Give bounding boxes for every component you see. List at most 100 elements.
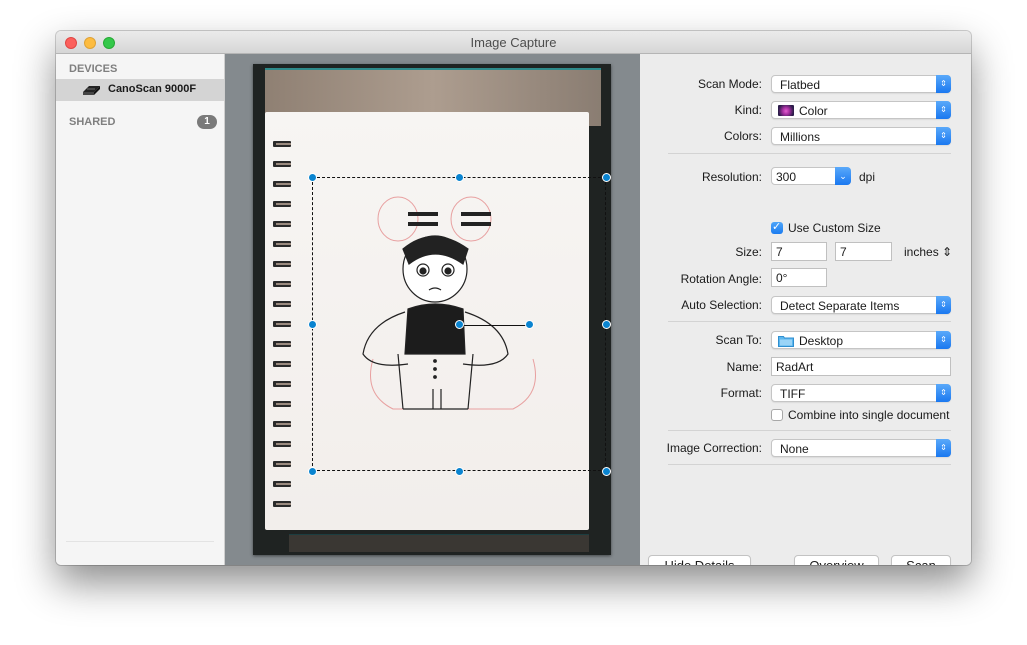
scan-to-popup[interactable]: Desktop ⇕ (771, 331, 951, 349)
scan-to-value: Desktop (799, 334, 844, 348)
spiral-ring (273, 280, 291, 288)
sidebar-item-canoscan[interactable]: CanoScan 9000F (56, 79, 224, 101)
spiral-ring (273, 140, 291, 148)
image-correction-popup[interactable]: None ⇕ (771, 439, 951, 457)
close-window-button[interactable] (65, 37, 77, 49)
spiral-ring (273, 400, 291, 408)
kind-label: Kind: (734, 103, 762, 117)
spiral-ring (273, 460, 291, 468)
combine-document-checkbox[interactable] (771, 409, 783, 421)
scan-mode-value: Flatbed (780, 78, 821, 92)
name-label: Name: (726, 360, 762, 374)
selection-handle-left[interactable] (308, 320, 317, 329)
spiral-ring (273, 360, 291, 368)
scan-mode-label: Scan Mode: (697, 77, 762, 91)
sidebar: DEVICES CanoScan 9000F SHARED 1 (56, 54, 225, 565)
size-unit-popup[interactable]: inches ⇕ (904, 245, 952, 259)
image-capture-window: Image Capture DEVICES CanoScan 9000F SHA… (56, 31, 971, 565)
size-label: Size: (735, 245, 762, 259)
scan-details-panel: Scan Mode: Flatbed ⇕ Kind: Color ⇕ Color… (640, 54, 971, 565)
selection-center-handle[interactable] (455, 320, 464, 329)
title-bar: Image Capture (56, 31, 971, 54)
combine-document-label[interactable]: Combine into single document (788, 408, 949, 422)
spiral-ring (273, 480, 291, 488)
popup-arrows-icon: ⇕ (936, 127, 951, 145)
resolution-label: Resolution: (701, 170, 762, 184)
spiral-ring (273, 220, 291, 228)
selection-handle-bottom[interactable] (455, 467, 464, 476)
rotation-arm (460, 325, 530, 326)
popup-arrows-icon: ⇕ (936, 296, 951, 314)
window-title: Image Capture (470, 35, 557, 50)
scanner-bed-edge (289, 534, 589, 552)
popup-arrows-icon: ⇕ (936, 384, 951, 402)
folder-icon (778, 336, 794, 347)
image-correction-label: Image Correction: (666, 441, 762, 455)
size-unit-value: inches (904, 245, 939, 259)
rotation-handle[interactable] (525, 320, 534, 329)
scan-to-label: Scan To: (715, 333, 762, 347)
format-popup[interactable]: TIFF ⇕ (771, 384, 951, 402)
spiral-ring (273, 200, 291, 208)
popup-arrows-icon: ⇕ (936, 101, 951, 119)
auto-selection-label: Auto Selection: (681, 298, 762, 312)
use-custom-size-label[interactable]: Use Custom Size (788, 221, 881, 235)
rotation-angle-input[interactable]: 0° (771, 268, 827, 287)
name-input[interactable]: RadArt (771, 357, 951, 376)
scan-mode-popup[interactable]: Flatbed ⇕ (771, 75, 951, 93)
shared-count-badge: 1 (197, 115, 217, 129)
format-value: TIFF (780, 387, 806, 401)
chevron-down-icon[interactable]: ⌄ (835, 167, 851, 185)
selection-handle-top-left[interactable] (308, 173, 317, 182)
size-height-input[interactable]: 7 (835, 242, 892, 261)
color-flower-icon (778, 105, 794, 116)
spiral-ring (273, 160, 291, 168)
spiral-ring (273, 440, 291, 448)
section-divider (668, 430, 951, 431)
resolution-combo[interactable]: 300 ⌄ (771, 167, 851, 185)
resolution-value[interactable]: 300 (776, 170, 796, 184)
spiral-ring (273, 500, 291, 508)
kind-popup[interactable]: Color ⇕ (771, 101, 951, 119)
scanner-icon (83, 86, 100, 95)
scan-preview-area[interactable] (225, 54, 640, 565)
devices-header: DEVICES (69, 63, 118, 75)
sidebar-divider (66, 541, 214, 542)
device-name: CanoScan 9000F (108, 83, 197, 95)
auto-selection-value: Detect Separate Items (780, 299, 900, 313)
spiral-ring (273, 420, 291, 428)
scan-selection-rectangle[interactable] (308, 173, 611, 476)
colors-popup[interactable]: Millions ⇕ (771, 127, 951, 145)
auto-selection-popup[interactable]: Detect Separate Items ⇕ (771, 296, 951, 314)
spiral-ring (273, 260, 291, 268)
selection-handle-top-right[interactable] (602, 173, 611, 182)
image-correction-value: None (780, 442, 809, 456)
size-width-input[interactable]: 7 (771, 242, 827, 261)
overview-button[interactable]: Overview (794, 555, 879, 565)
popup-arrows-icon: ⇕ (936, 75, 951, 93)
format-label: Format: (720, 386, 762, 400)
colors-value: Millions (780, 130, 821, 144)
popup-arrows-icon: ⇕ (936, 331, 951, 349)
scan-button[interactable]: Scan (891, 555, 951, 565)
resolution-unit: dpi (859, 170, 876, 184)
shared-header[interactable]: SHARED (69, 116, 115, 128)
use-custom-size-checkbox[interactable] (771, 220, 783, 234)
spiral-ring (273, 340, 291, 348)
spiral-ring (273, 380, 291, 388)
section-divider (668, 321, 951, 322)
section-divider (668, 153, 951, 154)
kind-value: Color (799, 104, 828, 118)
zoom-window-button[interactable] (103, 37, 115, 49)
minimize-window-button[interactable] (84, 37, 96, 49)
selection-handle-bottom-right[interactable] (602, 467, 611, 476)
selection-handle-right[interactable] (602, 320, 611, 329)
hide-details-button[interactable]: Hide Details (648, 555, 751, 565)
rotation-angle-label: Rotation Angle: (680, 272, 762, 286)
selection-handle-bottom-left[interactable] (308, 467, 317, 476)
scanner-bed-preview (253, 64, 611, 555)
spiral-ring (273, 180, 291, 188)
spiral-ring (273, 320, 291, 328)
selection-handle-top[interactable] (455, 173, 464, 182)
spiral-ring (273, 240, 291, 248)
